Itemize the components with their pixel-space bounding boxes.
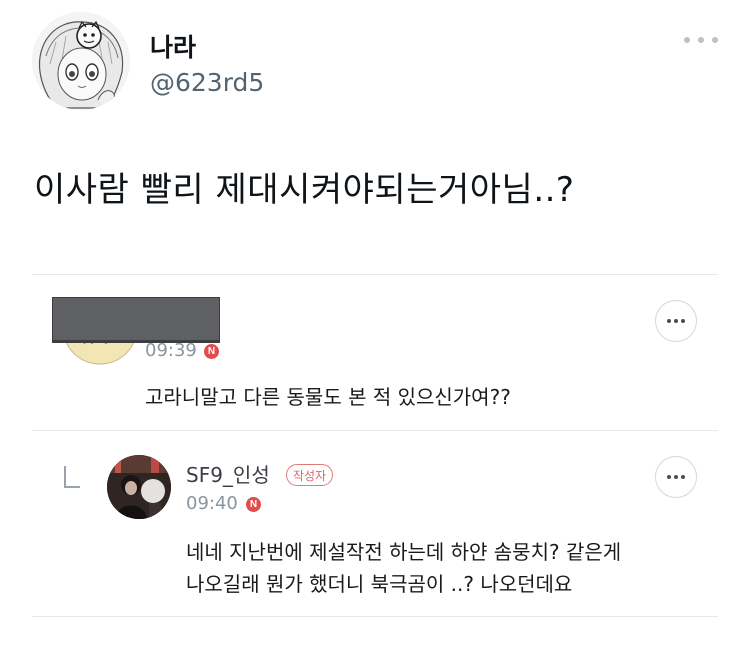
reply-author-name[interactable]: SF9_인성: [186, 459, 270, 488]
author-handle[interactable]: @623rd5: [150, 68, 264, 97]
reply-avatar-photo: [107, 455, 171, 519]
new-badge: N: [204, 344, 219, 359]
reply-text-line-2: 나오길래 뭔가 했더니 북극곰이 ..? 나오던데요: [186, 572, 573, 596]
reply-text-line-1: 네네 지난번에 제설작전 하는데 하얀 솜뭉치? 같은게: [186, 540, 622, 564]
divider: [32, 430, 718, 431]
dot: [698, 37, 704, 43]
reply-author-avatar[interactable]: [107, 455, 171, 519]
more-options-icon[interactable]: [684, 30, 718, 50]
reply-more-button[interactable]: [655, 456, 697, 498]
dot: [684, 37, 690, 43]
author-avatar[interactable]: [32, 12, 130, 110]
reply-timestamp: 09:40: [186, 493, 238, 514]
dot: [667, 319, 671, 323]
author-display-name[interactable]: 나라: [150, 28, 196, 64]
dot: [712, 37, 718, 43]
author-badge: 작성자: [286, 464, 334, 486]
divider: [32, 616, 718, 617]
tweet-text: 이사람 빨리 제대시켜야되는거아님..?: [34, 170, 575, 210]
dot: [681, 475, 685, 479]
new-badge: N: [246, 497, 261, 512]
dot: [667, 475, 671, 479]
dot: [674, 475, 678, 479]
divider: [32, 274, 718, 275]
comment-more-button[interactable]: [655, 300, 697, 342]
comment-text: 고라니말고 다른 동물도 본 적 있으신가여??: [145, 385, 511, 409]
comment-timestamp: 09:39: [145, 340, 197, 361]
dot: [681, 319, 685, 323]
reply-corner-icon: [64, 466, 80, 488]
dot: [674, 319, 678, 323]
redacted-username-block: [52, 297, 220, 343]
manga-avatar-illustration: [32, 12, 130, 110]
